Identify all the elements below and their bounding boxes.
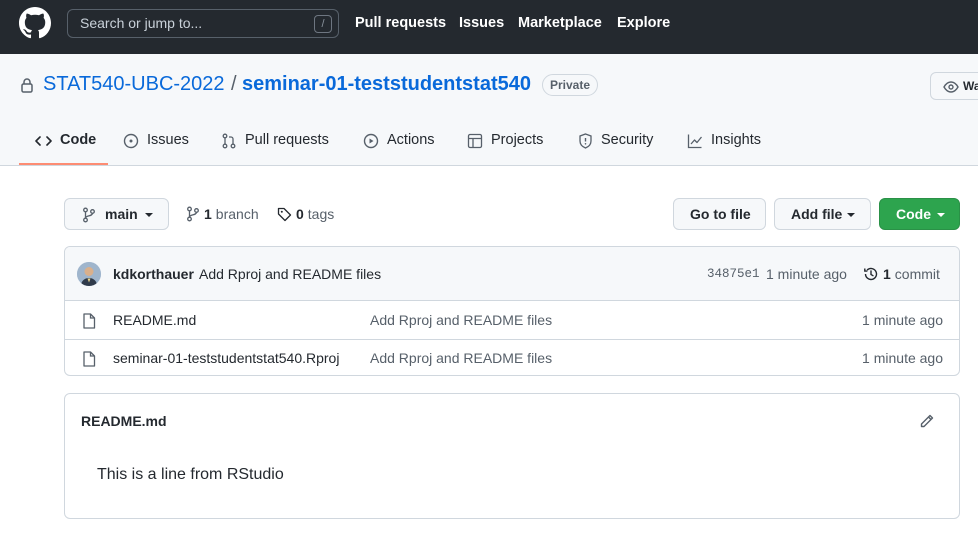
table-icon xyxy=(467,133,483,149)
tag-count: 0 xyxy=(296,206,304,222)
commit-sha-link[interactable]: 34875e1 xyxy=(707,267,760,281)
add-file-label: Add file xyxy=(791,206,843,222)
nav-marketplace[interactable]: Marketplace xyxy=(518,15,602,31)
watch-button[interactable]: Wa xyxy=(930,72,978,100)
tag-icon xyxy=(277,207,292,221)
branch-select-button[interactable]: main xyxy=(64,198,169,230)
top-header: Search or jump to... / Pull requests Iss… xyxy=(0,0,978,54)
tag-word: tags xyxy=(307,206,335,222)
tags-link[interactable]: 0 tags xyxy=(277,206,334,222)
branch-name: main xyxy=(105,206,138,222)
commit-author-link[interactable]: kdkorthauer xyxy=(113,266,194,282)
tab-issues[interactable]: Issues xyxy=(123,124,189,166)
branch-word: branch xyxy=(215,206,259,222)
tab-label: Insights xyxy=(711,132,761,148)
file-commit-time: 1 minute ago xyxy=(862,312,943,328)
tab-code[interactable]: Code xyxy=(35,124,96,166)
file-list: kdkorthauer Add Rproj and README files 3… xyxy=(64,246,960,376)
chevron-down-icon xyxy=(847,213,855,217)
chevron-down-icon xyxy=(937,213,945,217)
file-commit-time: 1 minute ago xyxy=(862,350,943,366)
git-branch-icon xyxy=(187,206,199,222)
lock-icon xyxy=(21,78,33,93)
tab-actions[interactable]: Actions xyxy=(363,124,435,166)
tab-label: Pull requests xyxy=(245,132,329,148)
latest-commit-bar: kdkorthauer Add Rproj and README files 3… xyxy=(65,247,959,301)
tab-label: Code xyxy=(60,132,97,148)
tab-label: Security xyxy=(601,132,654,148)
search-shortcut-key: / xyxy=(314,15,332,33)
search-input[interactable]: Search or jump to... / xyxy=(67,9,339,38)
pull-request-icon xyxy=(222,133,236,149)
tab-projects[interactable]: Projects xyxy=(467,124,543,166)
repo-path-separator: / xyxy=(231,73,237,95)
chevron-down-icon xyxy=(145,213,153,217)
tab-label: Actions xyxy=(387,132,435,148)
tab-label: Projects xyxy=(491,132,544,148)
avatar-image xyxy=(77,262,101,286)
tab-pull-requests[interactable]: Pull requests xyxy=(221,124,329,166)
pencil-icon[interactable] xyxy=(919,413,935,429)
branch-count: 1 xyxy=(204,206,212,222)
tab-insights[interactable]: Insights xyxy=(687,124,761,166)
commit-time: 1 minute ago xyxy=(766,266,847,282)
graph-icon xyxy=(687,134,703,149)
shield-icon xyxy=(579,133,592,149)
file-icon xyxy=(83,351,96,367)
nav-explore[interactable]: Explore xyxy=(617,15,670,31)
github-logo-icon[interactable] xyxy=(19,7,51,39)
code-button-label: Code xyxy=(896,206,931,222)
commit-message-link[interactable]: Add Rproj and README files xyxy=(199,266,381,282)
commit-word: commit xyxy=(894,266,940,282)
go-to-file-label: Go to file xyxy=(690,206,751,222)
search-placeholder: Search or jump to... xyxy=(80,15,203,31)
nav-pull-requests[interactable]: Pull requests xyxy=(355,15,446,31)
commit-count: 1 xyxy=(883,266,891,282)
repo-name-link[interactable]: seminar-01-teststudentstat540 xyxy=(242,73,531,96)
file-commit-message-link[interactable]: Add Rproj and README files xyxy=(370,350,552,366)
add-file-button[interactable]: Add file xyxy=(774,198,871,230)
active-tab-indicator xyxy=(19,163,108,165)
nav-issues[interactable]: Issues xyxy=(459,15,504,31)
repo-owner-link[interactable]: STAT540-UBC-2022 xyxy=(43,73,225,96)
git-branch-icon xyxy=(83,207,95,223)
code-clone-button[interactable]: Code xyxy=(879,198,960,230)
branches-link[interactable]: 1 branch xyxy=(186,206,259,222)
file-name-link[interactable]: seminar-01-teststudentstat540.Rproj xyxy=(113,350,339,366)
code-icon xyxy=(35,136,52,146)
file-row[interactable]: README.md Add Rproj and README files 1 m… xyxy=(65,302,959,339)
commit-history-link[interactable]: 1 commit xyxy=(863,266,940,282)
play-icon xyxy=(363,133,379,149)
readme-title-link[interactable]: README.md xyxy=(81,413,167,429)
readme-panel: README.md This is a line from RStudio xyxy=(64,393,960,519)
watch-label: Wa xyxy=(963,79,978,93)
issue-icon xyxy=(123,133,139,149)
file-icon xyxy=(83,313,96,329)
history-icon xyxy=(864,267,878,281)
file-commit-message-link[interactable]: Add Rproj and README files xyxy=(370,312,552,328)
eye-icon xyxy=(943,81,959,93)
file-name-link[interactable]: README.md xyxy=(113,312,196,328)
file-row[interactable]: seminar-01-teststudentstat540.Rproj Add … xyxy=(65,339,959,375)
tab-label: Issues xyxy=(147,132,189,148)
tab-security[interactable]: Security xyxy=(578,124,653,166)
readme-content: This is a line from RStudio xyxy=(97,466,284,483)
go-to-file-button[interactable]: Go to file xyxy=(673,198,766,230)
visibility-badge: Private xyxy=(542,74,599,96)
avatar[interactable] xyxy=(77,262,101,286)
